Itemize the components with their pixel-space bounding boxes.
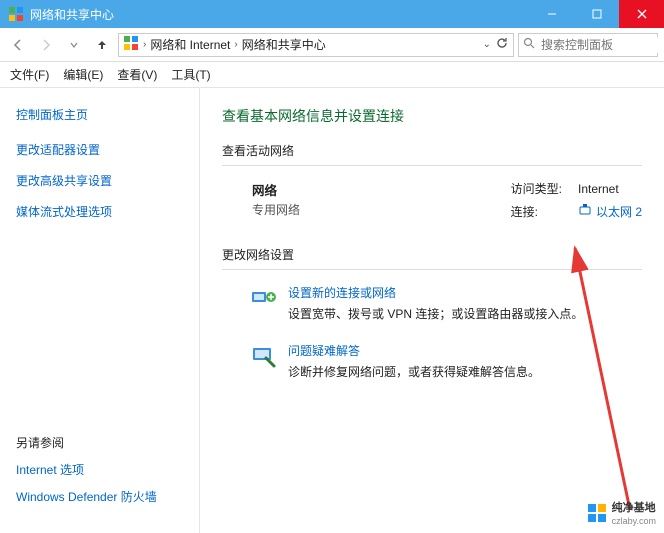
address-bar[interactable]: › 网络和 Internet › 网络和共享中心 ⌄ [118,33,514,57]
menu-edit[interactable]: 编辑(E) [63,66,103,83]
address-dropdown-icon[interactable]: ⌄ [483,39,491,50]
main-content: 查看基本网络信息并设置连接 查看活动网络 网络 专用网络 访问类型: Inter… [200,88,664,533]
menu-view[interactable]: 查看(V) [117,66,157,83]
up-button[interactable] [90,33,114,57]
seealso-internet-options[interactable]: Internet 选项 [16,461,183,478]
network-name: 网络 [252,180,511,199]
forward-button[interactable] [34,33,58,57]
window-title: 网络和共享中心 [30,6,529,23]
recent-dropdown[interactable] [62,33,86,57]
refresh-icon[interactable] [495,36,509,53]
new-connection-desc: 设置宽带、拨号或 VPN 连接；或设置路由器或接入点。 [288,305,583,322]
active-networks-title: 查看活动网络 [222,142,642,159]
minimize-button[interactable] [529,0,574,28]
menu-bar: 文件(F) 编辑(E) 查看(V) 工具(T) [0,62,664,88]
troubleshoot-desc: 诊断并修复网络问题，或者获得疑难解答信息。 [288,363,540,380]
control-panel-icon [123,35,139,54]
menu-tools[interactable]: 工具(T) [171,66,210,83]
search-input[interactable] [539,37,664,53]
access-type-label: 访问类型: [511,180,562,197]
task-troubleshoot: 问题疑难解答 诊断并修复网络问题，或者获得疑难解答信息。 [222,342,642,380]
maximize-button[interactable] [574,0,619,28]
chevron-right-icon: › [234,39,237,50]
connection-link[interactable]: 以太网 2 [578,203,642,220]
sidebar: 控制面板主页 更改适配器设置 更改高级共享设置 媒体流式处理选项 另请参阅 In… [0,88,200,533]
control-panel-home-link[interactable]: 控制面板主页 [16,106,183,123]
breadcrumb-current[interactable]: 网络和共享中心 [242,36,326,53]
annotation-arrow [520,240,650,520]
app-icon [8,6,24,22]
navigation-bar: › 网络和 Internet › 网络和共享中心 ⌄ [0,28,664,62]
change-settings-title: 更改网络设置 [222,246,642,263]
page-heading: 查看基本网络信息并设置连接 [222,106,642,126]
breadcrumb-root[interactable]: 网络和 Internet [150,36,230,53]
sidebar-link-adapter[interactable]: 更改适配器设置 [16,141,183,158]
search-icon [523,37,535,52]
ethernet-icon [578,203,592,220]
window-titlebar: 网络和共享中心 [0,0,664,28]
connection-value: 以太网 2 [596,203,642,220]
new-connection-link[interactable]: 设置新的连接或网络 [288,284,583,301]
task-new-connection: 设置新的连接或网络 设置宽带、拨号或 VPN 连接；或设置路由器或接入点。 [222,284,642,322]
sidebar-link-advanced[interactable]: 更改高级共享设置 [16,172,183,189]
connection-label: 连接: [511,203,562,220]
active-network-row: 网络 专用网络 访问类型: Internet 连接: 以太网 2 [222,180,642,220]
see-also-heading: 另请参阅 [16,434,183,451]
seealso-defender[interactable]: Windows Defender 防火墙 [16,488,183,505]
new-connection-icon [250,284,278,312]
close-button[interactable] [619,0,664,28]
access-type-value: Internet [578,182,642,196]
search-box[interactable] [518,33,658,57]
troubleshoot-link[interactable]: 问题疑难解答 [288,342,540,359]
chevron-right-icon: › [143,39,146,50]
troubleshoot-icon [250,342,278,370]
sidebar-link-streaming[interactable]: 媒体流式处理选项 [16,203,183,220]
network-type: 专用网络 [252,201,511,218]
back-button[interactable] [6,33,30,57]
menu-file[interactable]: 文件(F) [10,66,49,83]
